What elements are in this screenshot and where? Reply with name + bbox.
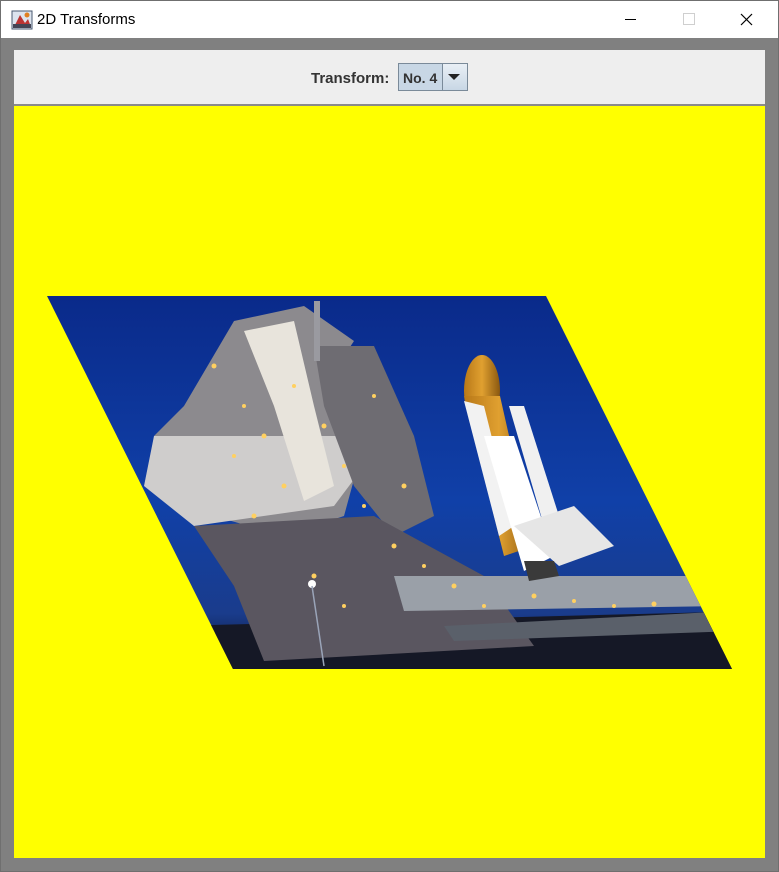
transform-toolbar: Transform: No. 4 <box>14 50 765 106</box>
transform-select[interactable]: No. 4 <box>398 63 468 91</box>
maximize-button[interactable] <box>659 1 717 38</box>
content-pane: Transform: No. 4 <box>14 50 765 858</box>
drawing-canvas <box>14 106 765 858</box>
dropdown-arrow-button[interactable] <box>442 64 467 90</box>
minimize-icon <box>625 19 636 20</box>
window-title: 2D Transforms <box>37 11 136 28</box>
close-button[interactable] <box>717 1 775 38</box>
maximize-icon <box>683 13 695 25</box>
close-icon <box>740 13 753 26</box>
transform-label: Transform: <box>311 70 390 87</box>
java-app-icon <box>11 10 33 30</box>
transformed-image <box>47 296 732 669</box>
transform-select-value: No. 4 <box>403 70 438 86</box>
app-window: 2D Transforms Transform: No. 4 <box>0 0 779 872</box>
chevron-down-icon <box>448 74 460 80</box>
title-bar[interactable]: 2D Transforms <box>1 1 778 38</box>
minimize-button[interactable] <box>601 1 659 38</box>
